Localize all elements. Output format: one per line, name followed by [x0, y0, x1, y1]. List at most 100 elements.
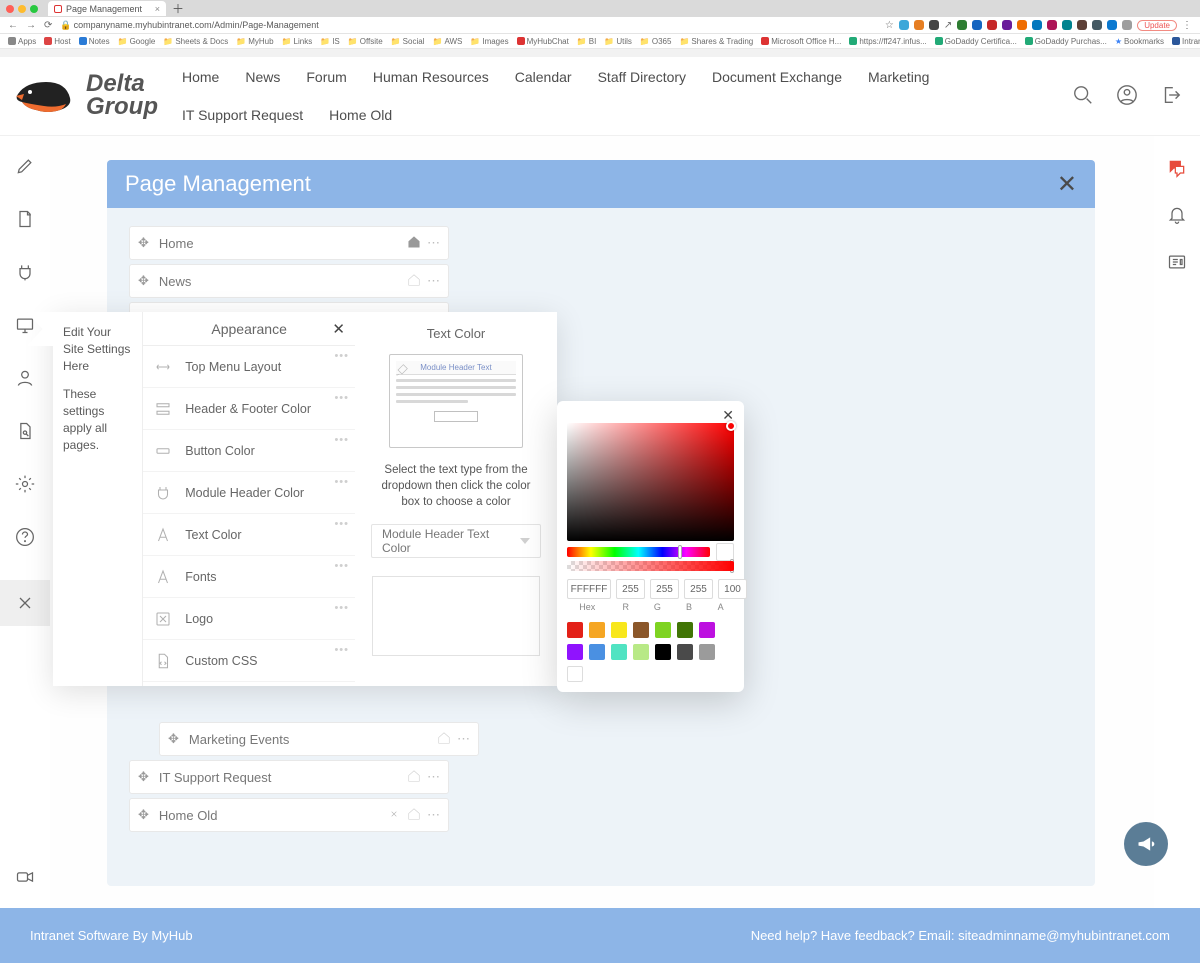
page-row[interactable]: ✥ Home Old ⋯ — [129, 798, 449, 832]
edit-icon[interactable] — [15, 156, 35, 179]
drag-handle-icon[interactable]: ✥ — [138, 769, 149, 785]
preset-swatch[interactable] — [633, 644, 649, 660]
appearance-item[interactable]: Text Color••• — [143, 514, 355, 556]
page-icon[interactable] — [15, 209, 35, 232]
more-icon[interactable]: ⋯ — [427, 273, 440, 289]
search-icon[interactable] — [1072, 84, 1094, 109]
bell-icon[interactable] — [1167, 205, 1187, 228]
nav-reload-icon[interactable]: ⟳ — [44, 20, 52, 31]
nav-item[interactable]: Home Old — [329, 107, 392, 123]
ext-icon[interactable] — [914, 20, 924, 30]
preset-swatch[interactable] — [611, 622, 627, 638]
tab-close-icon[interactable]: × — [155, 4, 160, 14]
drag-handle-icon[interactable]: ✥ — [138, 807, 149, 823]
preset-swatch[interactable] — [677, 644, 693, 660]
video-icon[interactable] — [15, 867, 35, 890]
bookmark-item[interactable]: Intranet Authors — [1172, 37, 1200, 46]
nav-item[interactable]: Human Resources — [373, 69, 489, 85]
alpha-thumb-icon[interactable] — [730, 559, 734, 573]
appearance-item[interactable]: Header & Footer Color••• — [143, 388, 355, 430]
bookmark-item[interactable]: GoDaddy Purchas... — [1025, 37, 1107, 46]
bookmark-folder[interactable]: 📁 Links — [282, 37, 313, 46]
more-icon[interactable]: ••• — [334, 602, 349, 614]
nav-item[interactable]: Staff Directory — [598, 69, 686, 85]
drag-handle-icon[interactable]: ✥ — [168, 731, 179, 747]
bookmark-folder[interactable]: 📁 Utils — [604, 37, 632, 46]
b-input[interactable] — [684, 579, 713, 599]
more-icon[interactable]: ••• — [334, 644, 349, 656]
ext-icon[interactable] — [1122, 20, 1132, 30]
browser-update-button[interactable]: Update — [1137, 20, 1177, 31]
preset-swatch[interactable] — [567, 644, 583, 660]
bookmark-folder[interactable]: 📁 Google — [118, 37, 156, 46]
preset-swatch[interactable] — [677, 622, 693, 638]
ext-icon[interactable] — [987, 20, 997, 30]
bookmark-folder[interactable]: 📁 IS — [320, 37, 340, 46]
home-star-icon[interactable] — [407, 235, 421, 252]
bookmark-folder[interactable]: 📁 O365 — [640, 37, 672, 46]
preset-swatch[interactable] — [699, 622, 715, 638]
nav-item[interactable]: Forum — [306, 69, 346, 85]
new-tab-button[interactable]: ＋ — [172, 0, 184, 17]
page-row[interactable]: ✥ Home ⋯ — [129, 226, 449, 260]
ext-icon[interactable] — [1107, 20, 1117, 30]
more-icon[interactable]: ⋯ — [427, 235, 440, 251]
more-icon[interactable]: ••• — [334, 476, 349, 488]
nav-item[interactable]: Home — [182, 69, 219, 85]
preset-swatch[interactable] — [567, 666, 583, 682]
browser-tab[interactable]: Page Management × — [48, 1, 166, 16]
ext-icon[interactable] — [1092, 20, 1102, 30]
more-icon[interactable]: ⋯ — [457, 731, 470, 747]
announce-fab[interactable] — [1124, 822, 1168, 866]
panel-close-icon[interactable]: ✕ — [1057, 170, 1077, 199]
logout-icon[interactable] — [1160, 84, 1182, 109]
preset-swatch[interactable] — [589, 622, 605, 638]
profile-icon[interactable] — [1116, 84, 1138, 109]
a-input[interactable] — [718, 579, 747, 599]
url-field[interactable]: 🔒companyname.myhubintranet.com/Admin/Pag… — [60, 20, 318, 31]
preset-swatch[interactable] — [699, 644, 715, 660]
report-icon[interactable] — [15, 421, 35, 444]
page-row[interactable]: ✥ IT Support Request ⋯ — [129, 760, 449, 794]
window-controls[interactable] — [6, 5, 38, 13]
bookmark-folder[interactable]: 📁 BI — [577, 37, 597, 46]
bookmark-item[interactable]: GoDaddy Certifica... — [935, 37, 1017, 46]
ext-icon[interactable] — [1062, 20, 1072, 30]
bookmark-folder[interactable]: 📁 Images — [470, 37, 508, 46]
apps-button[interactable]: Apps — [8, 37, 36, 46]
home-outline-icon[interactable] — [437, 731, 451, 748]
star-icon[interactable]: ☆ — [885, 20, 894, 31]
home-outline-icon[interactable] — [407, 273, 421, 290]
nav-item[interactable]: News — [245, 69, 280, 85]
preset-swatch[interactable] — [567, 622, 583, 638]
color-selector-icon[interactable] — [726, 421, 736, 431]
appearance-item[interactable]: Top Menu Layout••• — [143, 346, 355, 388]
ext-icon[interactable] — [1002, 20, 1012, 30]
ext-icon[interactable] — [1047, 20, 1057, 30]
appearance-item[interactable]: Custom CSS••• — [143, 640, 355, 682]
preset-swatch[interactable] — [655, 622, 671, 638]
news-icon[interactable] — [1167, 252, 1187, 275]
bookmark-folder[interactable]: 📁 Social — [391, 37, 425, 46]
preset-swatch[interactable] — [611, 644, 627, 660]
nav-item[interactable]: Marketing — [868, 69, 929, 85]
ext-icon[interactable] — [957, 20, 967, 30]
color-swatch-target[interactable] — [372, 576, 540, 656]
nav-item[interactable]: IT Support Request — [182, 107, 303, 123]
ext-icon[interactable] — [1032, 20, 1042, 30]
appearance-close-icon[interactable]: ✕ — [332, 320, 345, 338]
bookmark-folder[interactable]: 📁 Shares & Trading — [679, 37, 753, 46]
g-input[interactable] — [650, 579, 679, 599]
more-icon[interactable]: ••• — [334, 560, 349, 572]
more-icon[interactable]: ••• — [334, 392, 349, 404]
unlink-icon[interactable] — [387, 807, 401, 824]
chat-icon[interactable] — [1167, 158, 1187, 181]
preset-swatch[interactable] — [655, 644, 671, 660]
alpha-slider[interactable] — [567, 561, 734, 571]
appearance-item[interactable]: Logo••• — [143, 598, 355, 640]
browser-menu-icon[interactable]: ⋮ — [1182, 20, 1192, 31]
page-row[interactable]: ✥ News ⋯ — [129, 264, 449, 298]
more-icon[interactable]: ••• — [334, 518, 349, 530]
nav-back-icon[interactable]: ← — [8, 20, 18, 31]
bookmark-item[interactable]: ★ Bookmarks — [1115, 37, 1164, 46]
